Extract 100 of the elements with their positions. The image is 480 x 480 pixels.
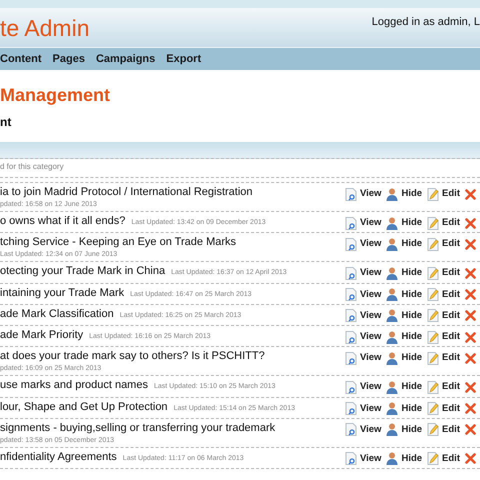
- page-magnifier-icon: [344, 238, 357, 251]
- person-icon: [386, 238, 398, 251]
- article-title: ade Mark Priority: [0, 328, 84, 343]
- delete-icon[interactable]: [465, 218, 476, 229]
- delete-icon[interactable]: [465, 403, 476, 414]
- hide-link[interactable]: Hide: [401, 288, 422, 302]
- pencil-page-icon: [427, 402, 440, 416]
- page-magnifier-icon: [344, 266, 357, 280]
- person-icon: [386, 380, 398, 394]
- section-heading: nt: [0, 114, 12, 130]
- page-magnifier-icon: [344, 330, 357, 344]
- delete-icon[interactable]: [465, 352, 476, 364]
- edit-link[interactable]: Edit: [442, 266, 460, 280]
- delete-icon[interactable]: [465, 382, 476, 393]
- article-title: intaining your Trade Mark: [0, 286, 124, 300]
- edit-link[interactable]: Edit: [442, 422, 460, 437]
- person-icon: [386, 402, 398, 416]
- hide-link[interactable]: Hide: [401, 187, 422, 202]
- view-link[interactable]: View: [360, 288, 382, 302]
- article-title: ia to join Madrid Protocol / International Registration: [0, 185, 253, 200]
- delete-icon[interactable]: [465, 424, 476, 436]
- page-magnifier-icon: [344, 216, 357, 230]
- edit-link[interactable]: Edit: [442, 402, 460, 416]
- pencil-page-icon: [427, 238, 440, 251]
- nav-link[interactable]: Content: [0, 50, 42, 68]
- delete-icon[interactable]: [465, 453, 476, 464]
- view-link[interactable]: View: [360, 266, 382, 280]
- view-link[interactable]: View: [360, 187, 382, 202]
- delete-icon[interactable]: [465, 310, 476, 322]
- article-title: tching Service - Keeping an Eye on Trade Marks: [0, 235, 236, 250]
- pencil-page-icon: [427, 423, 440, 436]
- pencil-page-icon: [427, 380, 440, 394]
- page-magnifier-icon: [344, 188, 357, 201]
- pencil-page-icon: [427, 288, 440, 302]
- login-status: Logged in as admin, L: [372, 15, 480, 30]
- article-title: o owns what if it all ends?: [0, 214, 126, 229]
- person-icon: [386, 266, 398, 280]
- page-magnifier-icon: [344, 380, 357, 394]
- article-title: ade Mark Classification: [0, 306, 114, 322]
- nav-link[interactable]: Pages: [52, 50, 85, 68]
- view-link[interactable]: View: [360, 402, 382, 416]
- article-title: use marks and product names: [0, 378, 148, 394]
- hide-link[interactable]: Hide: [401, 380, 422, 394]
- person-icon: [386, 309, 398, 322]
- view-link[interactable]: View: [360, 330, 382, 344]
- edit-link[interactable]: Edit: [442, 187, 460, 202]
- pencil-page-icon: [427, 309, 440, 322]
- view-link[interactable]: View: [360, 380, 382, 394]
- hide-link[interactable]: Hide: [401, 330, 422, 344]
- hide-link[interactable]: Hide: [401, 308, 422, 323]
- view-link[interactable]: View: [360, 452, 382, 466]
- person-icon: [386, 216, 398, 230]
- hide-link[interactable]: Hide: [401, 402, 422, 416]
- person-icon: [386, 423, 398, 436]
- article-title: lour, Shape and Get Up Protection: [0, 400, 168, 414]
- nav-link[interactable]: Export: [166, 50, 202, 68]
- pencil-page-icon: [427, 452, 440, 466]
- edit-link[interactable]: Edit: [442, 216, 460, 230]
- pencil-page-icon: [427, 330, 440, 344]
- view-link[interactable]: View: [360, 422, 382, 437]
- pencil-page-icon: [427, 352, 440, 365]
- view-link[interactable]: View: [360, 216, 382, 230]
- hide-link[interactable]: Hide: [401, 422, 422, 437]
- hide-link[interactable]: Hide: [401, 266, 422, 280]
- person-icon: [386, 288, 398, 302]
- edit-link[interactable]: Edit: [442, 351, 460, 366]
- person-icon: [386, 352, 398, 365]
- view-link[interactable]: View: [360, 308, 382, 323]
- delete-icon[interactable]: [465, 238, 476, 250]
- hide-link[interactable]: Hide: [401, 351, 422, 366]
- person-icon: [386, 452, 398, 466]
- page-magnifier-icon: [344, 452, 357, 466]
- edit-link[interactable]: Edit: [442, 237, 460, 252]
- article-title: signments - buying,selling or transferring your trademark: [0, 420, 276, 436]
- edit-link[interactable]: Edit: [442, 308, 460, 323]
- pencil-page-icon: [427, 216, 440, 230]
- hide-link[interactable]: Hide: [401, 452, 422, 466]
- page-heading: Management: [0, 84, 112, 106]
- delete-icon[interactable]: [465, 332, 476, 343]
- nav-link[interactable]: Campaigns: [96, 50, 156, 68]
- article-title: otecting your Trade Mark in China: [0, 264, 166, 280]
- edit-link[interactable]: Edit: [442, 330, 460, 344]
- site-title: te Admin: [0, 14, 90, 43]
- edit-link[interactable]: Edit: [442, 288, 460, 302]
- page-magnifier-icon: [344, 423, 357, 436]
- view-link[interactable]: View: [360, 237, 382, 252]
- pencil-page-icon: [427, 266, 440, 280]
- article-title: at does your trade mark say to others? Is it PSCHITT?: [0, 349, 265, 364]
- person-icon: [386, 330, 398, 344]
- view-link[interactable]: View: [360, 351, 382, 366]
- edit-link[interactable]: Edit: [442, 452, 460, 466]
- person-icon: [386, 188, 398, 201]
- category-note: d for this category: [0, 161, 480, 178]
- delete-icon[interactable]: [465, 268, 476, 279]
- delete-icon[interactable]: [465, 188, 476, 200]
- delete-icon[interactable]: [465, 289, 476, 300]
- hide-link[interactable]: Hide: [401, 237, 422, 252]
- page-magnifier-icon: [344, 309, 357, 322]
- edit-link[interactable]: Edit: [442, 380, 460, 394]
- hide-link[interactable]: Hide: [401, 216, 422, 230]
